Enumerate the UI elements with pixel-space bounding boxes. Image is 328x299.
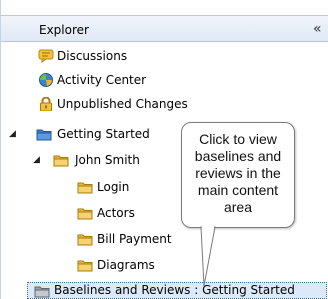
folder-icon: [77, 208, 93, 220]
tree-node-john-smith[interactable]: ◢ John Smith: [1, 150, 181, 170]
discussion-icon: [38, 49, 54, 63]
explorer-panel: Explorer « Discussions Activity Center U…: [0, 0, 328, 299]
explorer-header: Explorer «: [1, 15, 328, 42]
baselines-and-reviews-label: Baselines and Reviews : Getting Started: [54, 283, 295, 297]
tree-folder-login[interactable]: Login: [1, 177, 179, 197]
lock-icon: [40, 97, 52, 111]
expand-triangle-icon[interactable]: ◢: [33, 153, 43, 165]
tree-node-label: Actors: [97, 206, 135, 220]
nav-item-discussions[interactable]: Discussions: [1, 46, 328, 66]
tree-node-label: Diagrams: [97, 258, 155, 272]
tree-folder-bill-payment[interactable]: Bill Payment: [1, 229, 179, 249]
help-callout-text: Click to view baselines and reviews in t…: [194, 131, 282, 215]
tree-node-label: Getting Started: [57, 127, 150, 141]
activity-center-icon: [39, 73, 53, 87]
nav-item-label: Unpublished Changes: [57, 97, 188, 111]
tree-node-label: Login: [97, 180, 130, 194]
baselines-folder-icon: [34, 286, 50, 298]
folder-icon: [77, 182, 93, 194]
nav-item-label: Discussions: [57, 49, 128, 63]
nav-item-unpublished-changes[interactable]: Unpublished Changes: [1, 94, 328, 114]
tree-folder-actors[interactable]: Actors: [1, 203, 179, 223]
folder-icon: [53, 155, 69, 167]
help-callout: Click to view baselines and reviews in t…: [181, 122, 295, 228]
tree-node-label: Bill Payment: [97, 232, 172, 246]
tree-node-label: John Smith: [75, 153, 140, 167]
baselines-and-reviews-item[interactable]: Baselines and Reviews : Getting Started: [27, 282, 327, 299]
folder-icon: [77, 260, 93, 272]
tree-folder-diagrams[interactable]: Diagrams: [1, 255, 179, 275]
explorer-title: Explorer: [39, 23, 89, 37]
nav-item-label: Activity Center: [57, 73, 147, 87]
nav-item-activity-center[interactable]: Activity Center: [1, 70, 328, 90]
expand-triangle-icon[interactable]: ◢: [9, 127, 19, 139]
folder-icon: [36, 129, 52, 141]
collapse-panel-button[interactable]: «: [313, 21, 322, 37]
folder-icon: [77, 234, 93, 246]
